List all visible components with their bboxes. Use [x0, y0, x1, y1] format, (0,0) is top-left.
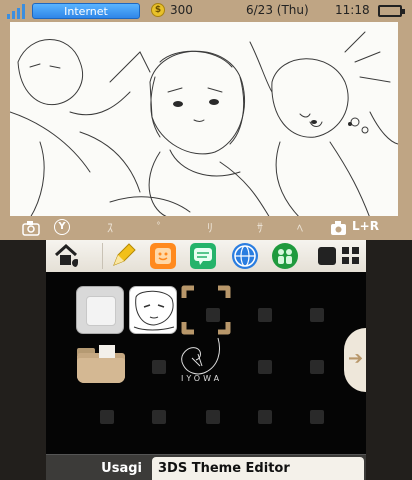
bottom-screen: IYOWA ➔ Usagi 3DS Theme Editor [0, 240, 412, 480]
people-icon[interactable] [272, 243, 298, 269]
empty-slot[interactable] [152, 410, 166, 424]
single-view-icon[interactable] [318, 247, 336, 265]
app-title: 3DS Theme Editor [152, 457, 364, 480]
play-coin-icon: $ [151, 3, 165, 17]
selection-cursor [181, 285, 231, 335]
illustration-thumbnail [133, 290, 175, 331]
right-side-panel [366, 240, 412, 480]
top-wallpaper-illustration [10, 22, 398, 218]
grid-view-icon[interactable] [342, 247, 360, 265]
blank-app-tile[interactable] [76, 286, 124, 334]
signature-glyph-5: ﾍ [296, 221, 303, 235]
empty-slot[interactable] [258, 308, 272, 322]
coin-count: 300 [170, 3, 193, 17]
home-toolbar [46, 240, 366, 272]
globe-icon[interactable] [232, 243, 258, 269]
arrow-right-icon: ➔ [348, 348, 364, 369]
time-display: 11:18 [335, 3, 370, 17]
chat-icon[interactable] [190, 243, 216, 269]
user-name: Usagi [101, 461, 142, 476]
empty-slot[interactable] [310, 308, 324, 322]
scroll-right-button[interactable]: ➔ [344, 328, 366, 392]
screenshot-shortcut: L+R [352, 219, 379, 233]
date-display: 6/23 (Thu) [246, 3, 309, 17]
sketch-illustration [10, 31, 398, 218]
pencil-icon[interactable] [110, 243, 136, 269]
y-button-icon: Y [54, 219, 70, 235]
signature-glyph-2: ﾟ [156, 221, 163, 235]
smile-icon[interactable] [150, 243, 176, 269]
illustration-app-tile[interactable] [129, 286, 177, 334]
toolbar-divider [102, 243, 103, 269]
signal-strength-icon [7, 3, 29, 19]
empty-slot[interactable] [100, 410, 114, 424]
empty-slot[interactable] [152, 360, 166, 374]
network-status: Internet [32, 3, 140, 19]
top-screen: Internet $ 300 6/23 (Thu) 11:18 Y ｽ ﾟ ﾘ … [0, 0, 412, 240]
empty-slot[interactable] [258, 360, 272, 374]
signature-glyph-3: ﾘ [206, 221, 213, 235]
empty-slot[interactable] [258, 410, 272, 424]
camera-icon [22, 221, 40, 236]
signature-text: IYOWA [181, 374, 223, 383]
battery-icon [378, 5, 405, 17]
left-side-panel [0, 240, 46, 480]
status-bar: Internet $ 300 6/23 (Thu) 11:18 [0, 0, 412, 22]
empty-slot[interactable] [310, 360, 324, 374]
screenshot-camera-icon [331, 221, 346, 235]
screen-root: Internet $ 300 6/23 (Thu) 11:18 Y ｽ ﾟ ﾘ … [0, 0, 412, 480]
empty-slot[interactable] [206, 410, 220, 424]
camera-strip: Y ｽ ﾟ ﾘ ｻ ﾍ L+R [0, 216, 412, 240]
signature-glyph-1: ｽ [106, 221, 113, 235]
home-settings-icon[interactable] [52, 242, 78, 268]
title-bar: Usagi 3DS Theme Editor [46, 454, 366, 480]
empty-slot[interactable] [310, 410, 324, 424]
signature-glyph-4: ｻ [256, 221, 263, 235]
folder-icon[interactable] [77, 343, 125, 383]
